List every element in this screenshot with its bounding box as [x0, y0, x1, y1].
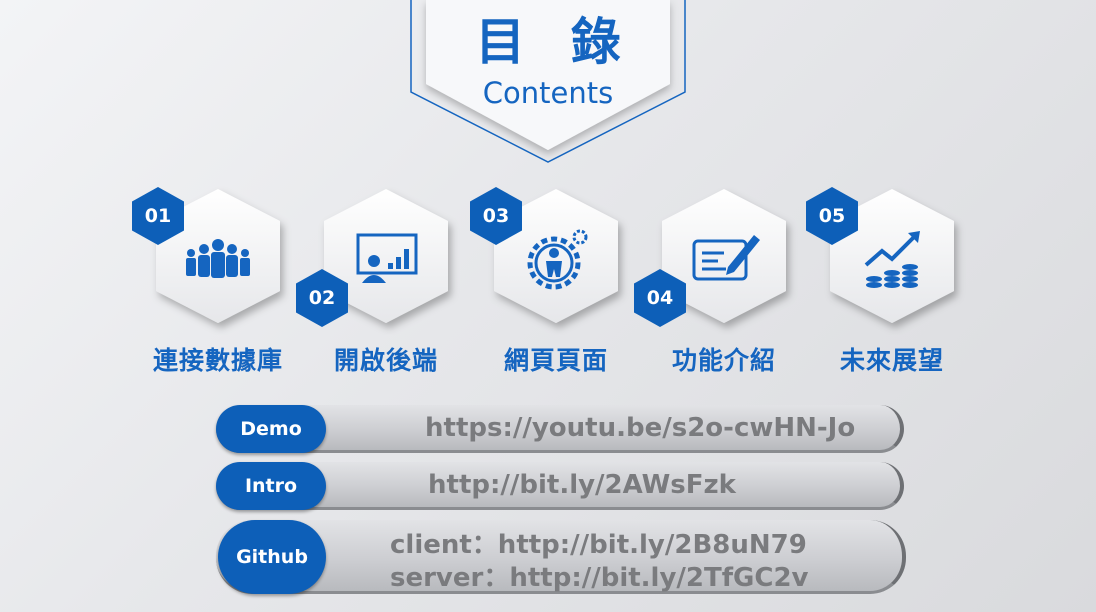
page-subtitle: Contents	[482, 76, 614, 110]
team-people-icon	[186, 239, 250, 278]
section-item-3[interactable]: 03 網頁頁面	[466, 185, 646, 395]
section-item-1[interactable]: 01 連接數據庫	[128, 185, 308, 395]
section-label: 網頁頁面	[503, 346, 608, 375]
section-item-2[interactable]: 02 開啟後端	[296, 185, 476, 395]
document-pen-icon	[692, 235, 760, 281]
section-label: 開啟後端	[333, 346, 438, 375]
gear-worker-icon	[527, 229, 588, 290]
github-link-row[interactable]: Github client：http://bit.ly/2B8uN79 serv…	[216, 520, 906, 594]
demo-label: Demo	[216, 405, 326, 453]
presentation-board-icon	[356, 233, 418, 283]
github-server-url[interactable]: server：http://bit.ly/2TfGC2v	[390, 557, 809, 594]
github-label: Github	[218, 520, 326, 594]
intro-link-row[interactable]: Intro http://bit.ly/2AWsFzk	[216, 462, 904, 510]
demo-url[interactable]: https://youtu.be/s2o-cwHN-Jo	[425, 413, 855, 443]
github-client-url[interactable]: client：http://bit.ly/2B8uN79	[390, 524, 807, 561]
demo-link-row[interactable]: Demo https://youtu.be/s2o-cwHN-Jo	[216, 405, 904, 453]
page-title: 目 錄	[475, 13, 635, 71]
section-item-5[interactable]: 05 未來展望	[802, 185, 982, 395]
section-label: 功能介紹	[671, 346, 776, 375]
intro-url[interactable]: http://bit.ly/2AWsFzk	[428, 470, 736, 500]
section-label: 未來展望	[839, 346, 944, 375]
intro-label: Intro	[216, 462, 326, 510]
section-label: 連接數據庫	[152, 346, 283, 375]
section-item-4[interactable]: 04 功能介紹	[634, 185, 814, 395]
growth-coins-icon	[864, 231, 920, 288]
